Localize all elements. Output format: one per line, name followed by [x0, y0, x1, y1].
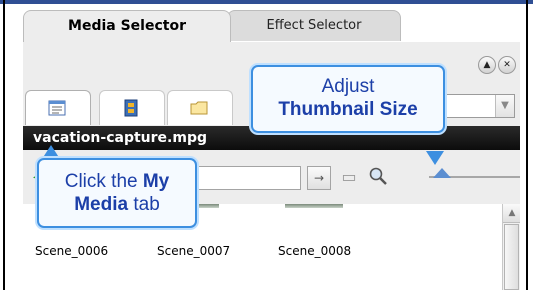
tab-my-media[interactable] — [25, 90, 91, 125]
callout-tail — [42, 145, 60, 159]
callout-tail — [426, 151, 444, 165]
chevron-down-icon[interactable]: ▼ — [495, 95, 514, 117]
callout-line: Media tab — [74, 194, 160, 215]
left-border — [3, 0, 5, 290]
scroll-up-icon[interactable]: ▲ — [503, 204, 520, 223]
tab-folder[interactable] — [167, 90, 233, 125]
folder-icon — [190, 101, 208, 115]
arrow-right-icon: → — [313, 171, 325, 185]
tab-bar: Media Selector Effect Selector — [23, 4, 520, 42]
callout-adjust-thumbnail-size: Adjust Thumbnail Size — [251, 65, 445, 133]
vertical-scrollbar[interactable]: ▲ — [502, 204, 520, 290]
view-dropdown[interactable]: ▼ — [443, 94, 515, 118]
scene-thumbnail[interactable] — [285, 204, 343, 208]
tab-media-library[interactable] — [99, 90, 165, 125]
go-button[interactable]: → — [307, 166, 331, 190]
scene-label[interactable]: Scene_0008 — [278, 244, 351, 258]
callout-line: Adjust — [321, 76, 375, 97]
media-selector-panel: Media Selector Effect Selector ▲ ✕ ▼ vac… — [23, 4, 520, 290]
thumbnail-size-slider-thumb[interactable] — [433, 168, 451, 178]
film-icon — [124, 99, 138, 117]
scene-label[interactable]: Scene_0006 — [35, 244, 108, 258]
collapse-button[interactable]: ▲ — [478, 56, 496, 74]
callout-line: Thumbnail Size — [278, 99, 418, 120]
right-border — [526, 0, 528, 290]
callout-click-my-media: Click the My Media tab — [37, 158, 197, 228]
scrollbar-thumb[interactable] — [504, 224, 519, 290]
list-icon — [48, 100, 66, 116]
chevron-up-icon: ▲ — [483, 60, 491, 70]
tab-media-selector[interactable]: Media Selector — [23, 10, 231, 42]
close-icon: ✕ — [503, 60, 511, 70]
monitor-icon[interactable]: ▭ — [337, 166, 361, 188]
callout-line: Click the My — [64, 171, 170, 192]
magnifier-icon[interactable] — [367, 166, 391, 188]
scene-label[interactable]: Scene_0007 — [157, 244, 230, 258]
close-button[interactable]: ✕ — [498, 56, 516, 74]
tab-effect-selector[interactable]: Effect Selector — [227, 10, 401, 41]
